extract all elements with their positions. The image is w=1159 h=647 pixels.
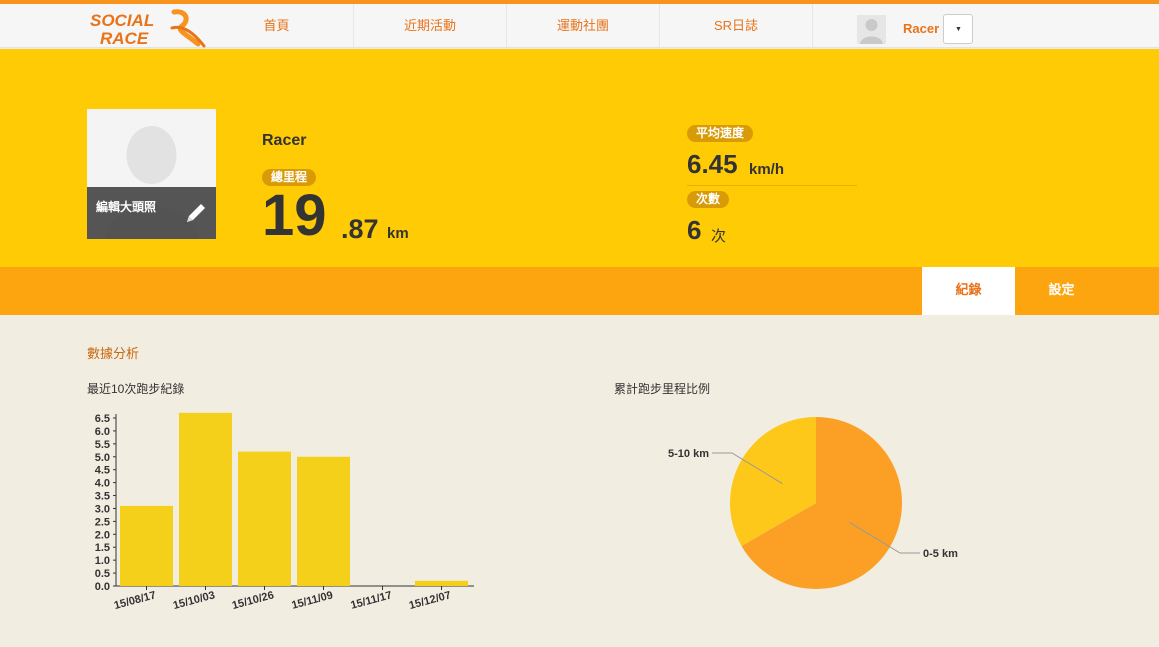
stat-divider xyxy=(687,185,857,186)
y-tick-label: 0.5 xyxy=(95,568,110,580)
edit-photo-overlay[interactable]: 編輯大頭照 xyxy=(87,187,216,239)
y-tick-label: 0.0 xyxy=(95,581,110,593)
logo[interactable]: SOCIAL RACE xyxy=(86,6,216,48)
bar xyxy=(179,412,232,586)
nav-sports-clubs[interactable]: 運動社團 xyxy=(507,4,660,48)
run-count-unit: 次 xyxy=(711,228,727,245)
y-tick-label: 2.5 xyxy=(95,516,110,528)
pencil-icon xyxy=(187,204,205,222)
run-count-value: 6 xyxy=(687,215,702,245)
y-tick-label: 1.0 xyxy=(95,555,110,567)
run-count-label: 次數 xyxy=(687,191,730,208)
y-tick-label: 5.5 xyxy=(95,439,110,451)
profile-name: Racer xyxy=(262,132,307,149)
logo-text-top: SOCIAL xyxy=(90,11,154,30)
y-tick-label: 6.5 xyxy=(95,413,110,425)
x-tick-label: 15/11/09 xyxy=(290,589,334,612)
profile-banner: 編輯大頭照 Racer 總里程 19 .87 km 平均速度 6.45 km/h… xyxy=(0,49,1159,267)
bar xyxy=(120,505,173,586)
total-distance-integer: 19 xyxy=(262,183,327,248)
pie-chart: 0-5 km 5-10 km xyxy=(668,417,958,589)
caret-down-icon: ▼ xyxy=(955,26,962,33)
bar-chart: 0.00.51.01.52.02.53.03.54.04.55.05.56.06… xyxy=(95,412,474,612)
y-tick-label: 4.0 xyxy=(95,478,110,490)
y-tick-label: 6.0 xyxy=(95,426,110,438)
y-tick-label: 3.0 xyxy=(95,503,110,515)
x-tick-label: 15/11/17 xyxy=(349,589,393,612)
edit-photo-label: 編輯大頭照 xyxy=(96,200,157,214)
total-distance-unit: km xyxy=(387,225,409,242)
x-tick-label: 15/10/03 xyxy=(172,589,216,612)
y-tick-label: 1.5 xyxy=(95,542,110,554)
bar xyxy=(415,580,468,586)
navbar: SOCIAL RACE 首頁 近期活動 運動社團 SR日誌 Racer ▼ xyxy=(0,4,1159,48)
section-title: 數據分析 xyxy=(87,346,140,361)
bar xyxy=(238,451,291,586)
profile-tabbar: 紀錄 設定 xyxy=(0,267,1159,315)
user-dropdown-button[interactable]: ▼ xyxy=(943,14,973,44)
nav-home[interactable]: 首頁 xyxy=(200,4,354,48)
avg-speed-label: 平均速度 xyxy=(687,125,754,142)
y-tick-label: 3.5 xyxy=(95,491,110,503)
x-tick-label: 15/08/17 xyxy=(113,589,157,612)
total-distance-decimal: .87 xyxy=(341,214,379,244)
tab-records[interactable]: 紀錄 xyxy=(922,267,1015,315)
y-tick-label: 2.0 xyxy=(95,529,110,541)
y-tick-label: 4.5 xyxy=(95,465,110,477)
nav-sr-journal[interactable]: SR日誌 xyxy=(660,4,813,48)
tab-settings[interactable]: 設定 xyxy=(1015,267,1108,315)
y-tick-label: 5.0 xyxy=(95,452,110,464)
pie-chart-title: 累計跑步里程比例 xyxy=(614,382,711,396)
user-avatar[interactable] xyxy=(857,15,886,44)
logo-text-bottom: RACE xyxy=(100,29,149,48)
profile-photo[interactable]: 編輯大頭照 xyxy=(87,109,216,239)
bar xyxy=(297,456,350,586)
avg-speed-value: 6.45 xyxy=(687,149,738,179)
x-tick-label: 15/12/07 xyxy=(408,589,452,612)
avg-speed-unit: km/h xyxy=(749,161,785,178)
x-tick-label: 15/10/26 xyxy=(231,589,275,612)
nav-recent-activities[interactable]: 近期活動 xyxy=(354,4,507,48)
bar-chart-title: 最近10次跑步紀錄 xyxy=(87,382,185,396)
pie-label: 0-5 km xyxy=(923,548,958,560)
pie-label: 5-10 km xyxy=(668,448,709,460)
user-name[interactable]: Racer xyxy=(903,21,939,36)
